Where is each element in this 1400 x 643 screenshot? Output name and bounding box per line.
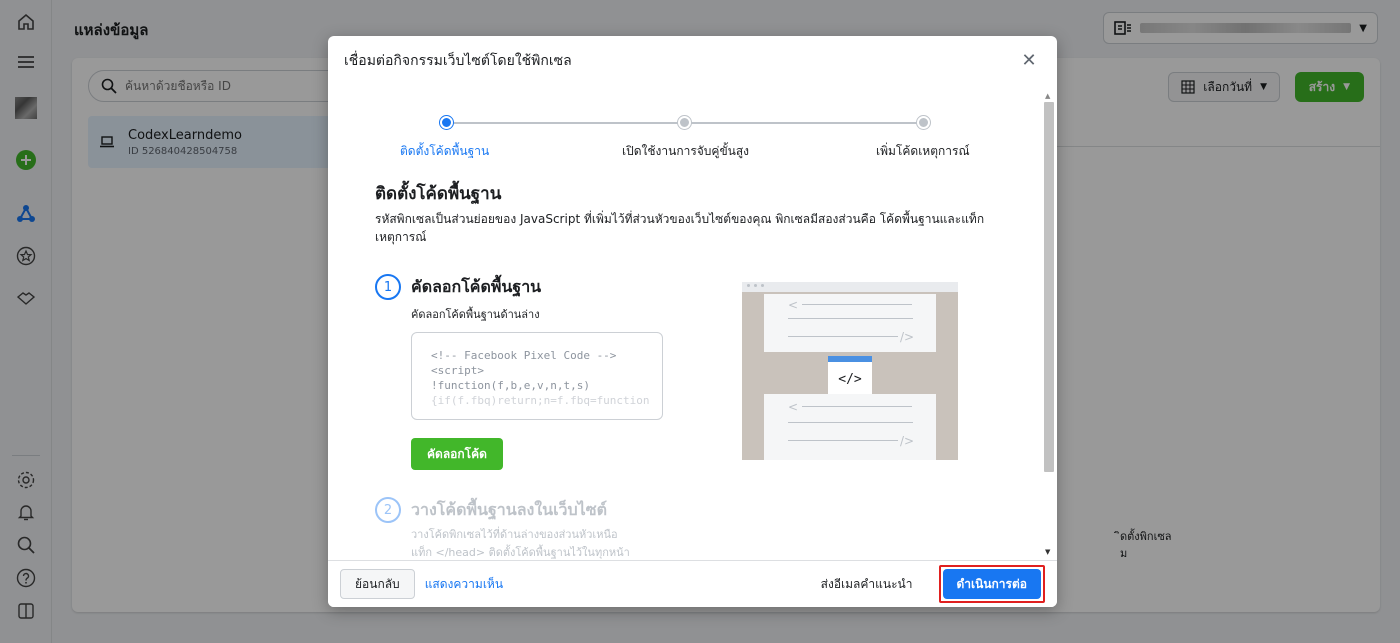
progress-stepper: ติดตั้งโค้ดพื้นฐาน เปิดใช้งานการจับคู่ขั…: [400, 116, 970, 166]
step-subtitle: แท็ก </head> ติดตั้งโค้ดพื้นฐานไว้ในทุกห…: [411, 546, 630, 559]
modal-footer: ย้อนกลับ แสดงความเห็น ส่งอีเมลคำแนะนำ ดำ…: [328, 560, 1057, 607]
page-card: < />: [764, 394, 936, 460]
email-instructions-link[interactable]: ส่งอีเมลคำแนะนำ: [821, 575, 913, 594]
section-description: รหัสพิกเซลเป็นส่วนย่อยของ JavaScript ที่…: [375, 212, 985, 244]
step-dot: [678, 116, 691, 129]
base-code-box[interactable]: <!-- Facebook Pixel Code --> <script> !fun…: [411, 332, 663, 420]
continue-button[interactable]: ดำเนินการต่อ: [942, 569, 1041, 599]
code-line: <script>: [431, 364, 484, 377]
step-label-active: ติดตั้งโค้ดพื้นฐาน: [400, 144, 490, 158]
close-icon[interactable]: ✕: [1017, 50, 1041, 71]
copy-code-button[interactable]: คัดลอกโค้ด: [411, 438, 503, 470]
stepper-line: [686, 122, 924, 124]
browser-bar: [742, 282, 958, 292]
website-illustration: < /> </> < />: [742, 282, 958, 460]
stepper-line: [446, 122, 686, 124]
step-number-badge: 1: [375, 274, 401, 300]
connect-website-modal: เชื่อมต่อกิจกรรมเว็บไซต์โดยใช้พิกเซล ✕ ต…: [328, 36, 1057, 607]
scroll-down-icon[interactable]: ▼: [1045, 548, 1050, 556]
page-card: < />: [764, 294, 936, 352]
step-number-badge: 2: [375, 497, 401, 523]
step-heading: วางโค้ดพื้นฐานลงในเว็บไซต์: [411, 500, 607, 519]
step-label: เพิ่มโค้ดเหตุการณ์: [876, 144, 970, 158]
step-heading: คัดลอกโค้ดพื้นฐาน: [411, 277, 542, 296]
back-button[interactable]: ย้อนกลับ: [340, 569, 415, 599]
step-dot-active: [440, 116, 453, 129]
scroll-up-icon[interactable]: ▲: [1045, 92, 1050, 100]
modal-scrollbar[interactable]: ▲ ▼: [1043, 92, 1054, 556]
feedback-link[interactable]: แสดงความเห็น: [425, 575, 503, 594]
step-label: เปิดใช้งานการจับคู่ขั้นสูง: [622, 144, 750, 158]
scrollbar-thumb[interactable]: [1044, 102, 1054, 472]
step-dot: [917, 116, 930, 129]
code-line: <!-- Facebook Pixel Code -->: [431, 349, 617, 362]
step-subtitle: วางโค้ดพิกเซลไว้ที่ด้านล่างของส่วนหัวเหน…: [411, 528, 618, 541]
modal-title: เชื่อมต่อกิจกรรมเว็บไซต์โดยใช้พิกเซล: [344, 52, 572, 69]
code-tag-icon: </>: [828, 356, 872, 396]
step-subtitle: คัดลอกโค้ดพื้นฐานด้านล่าง: [411, 308, 540, 321]
modal-header: เชื่อมต่อกิจกรรมเว็บไซต์โดยใช้พิกเซล ✕: [328, 36, 1057, 86]
code-line: !function(f,b,e,v,n,t,s): [431, 379, 590, 392]
modal-body: ติดตั้งโค้ดพื้นฐาน เปิดใช้งานการจับคู่ขั…: [328, 86, 1057, 560]
section-title: ติดตั้งโค้ดพื้นฐาน: [375, 184, 502, 204]
code-line: {if(f.fbq)return;n=f.fbq=function: [431, 394, 650, 407]
continue-highlight: ดำเนินการต่อ: [938, 565, 1045, 603]
